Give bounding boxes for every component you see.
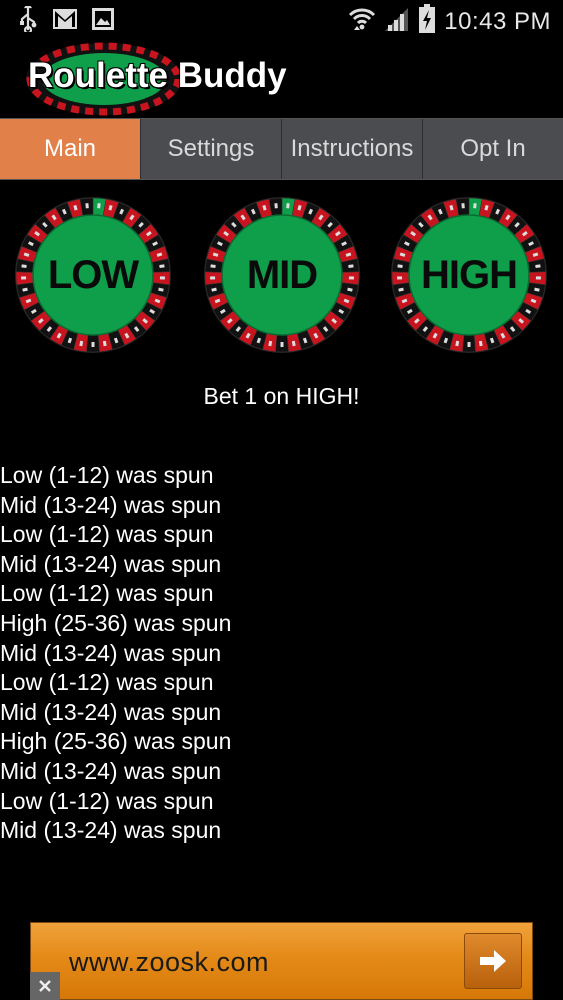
usb-icon [18,2,38,37]
list-item: Mid (13-24) was spun [0,550,222,577]
battery-charging-icon [418,4,436,39]
close-icon[interactable] [30,972,60,1000]
mid-wheel-button[interactable]: MID [203,196,361,354]
list-item: Low (1-12) was spun [0,669,214,696]
status-bar: 10:43 PM [0,0,563,38]
spin-history-list: Low (1-12) was spun Mid (13-24) was spun… [0,461,231,846]
tab-opt-in[interactable]: Opt In [422,119,563,179]
wifi-icon [348,6,376,37]
gallery-icon [92,8,114,35]
tab-settings[interactable]: Settings [140,119,281,179]
arrow-right-icon[interactable] [464,933,522,989]
list-item: Mid (13-24) was spun [0,698,222,725]
list-item: High (25-36) was spun [0,728,232,755]
tab-bar: Main Settings Instructions Opt In [0,118,563,180]
list-item: Mid (13-24) was spun [0,757,222,784]
list-item: Mid (13-24) was spun [0,491,222,518]
list-item: Low (1-12) was spun [0,787,214,814]
wheel-label-low: LOW [47,252,139,297]
list-item: High (25-36) was spun [0,609,232,636]
ad-text: www.zoosk.com [69,947,270,977]
wheel-label-mid: MID [246,252,318,297]
high-wheel-button[interactable]: HIGH [390,196,548,354]
list-item: Mid (13-24) was spun [0,639,222,666]
tab-main[interactable]: Main [0,119,140,179]
tab-instructions[interactable]: Instructions [281,119,422,179]
gmail-icon [52,8,78,35]
ad-banner[interactable]: www.zoosk.com [30,922,533,1000]
list-item: Low (1-12) was spun [0,580,214,607]
low-wheel-button[interactable]: LOW [14,196,172,354]
signal-icon [384,6,410,37]
app-title: Roulette Buddy [28,56,287,95]
bet-message: Bet 1 on HIGH! [203,383,360,409]
list-item: Mid (13-24) was spun [0,817,222,844]
app-bar: Roulette Buddy [0,38,563,118]
list-item: Low (1-12) was spun [0,462,214,488]
wheel-label-high: HIGH [421,252,518,297]
list-item: Low (1-12) was spun [0,521,214,548]
clock: 10:43 PM [444,7,551,35]
